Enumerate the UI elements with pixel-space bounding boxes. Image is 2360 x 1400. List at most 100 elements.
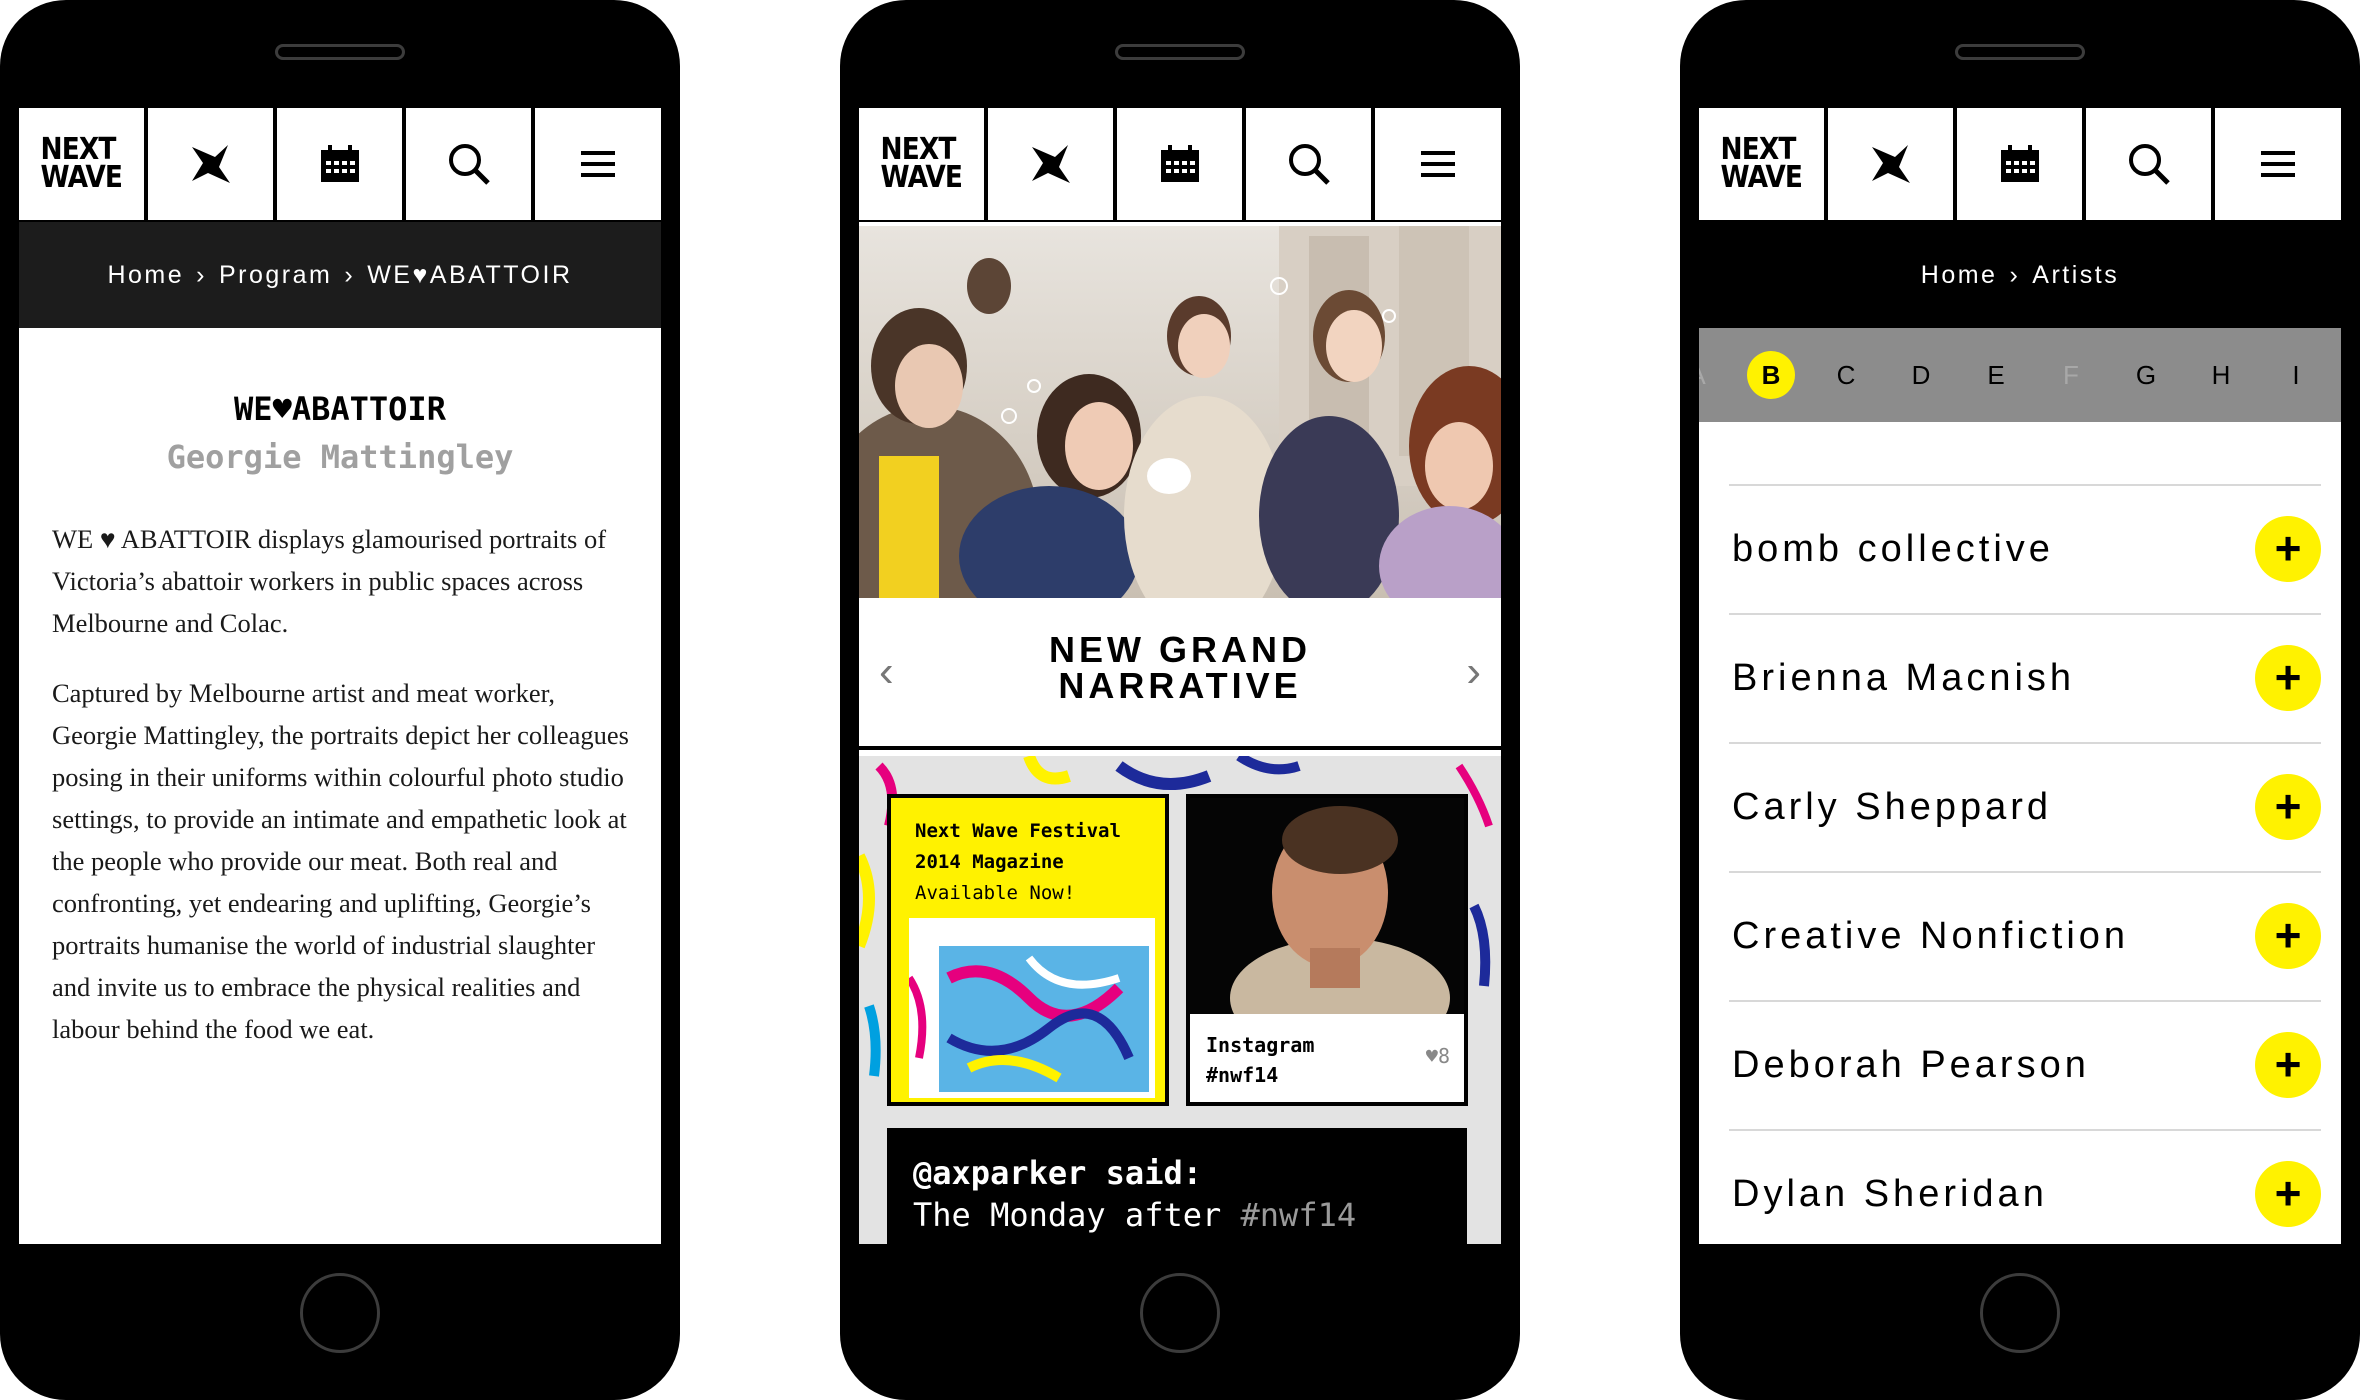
- breadcrumb-current: Artists: [2032, 260, 2120, 289]
- magazine-cover-image: [909, 918, 1155, 1098]
- calendar-button[interactable]: [277, 108, 402, 220]
- artist-name[interactable]: Brienna Macnish: [1732, 657, 2075, 700]
- home-button[interactable]: [1980, 1273, 2060, 1353]
- list-item[interactable]: Deborah Pearson +: [1729, 1002, 2321, 1131]
- breadcrumb: Home › Program › WE♥ABATTOIR: [19, 222, 661, 328]
- logo-link[interactable]: NEXT WAVE: [1699, 108, 1824, 220]
- artist-list: bomb collective + Brienna Macnish + Carly …: [1729, 484, 2321, 1244]
- carousel-prev-arrow[interactable]: ‹: [879, 650, 894, 694]
- star-button[interactable]: [1828, 108, 1953, 220]
- artist-name[interactable]: Deborah Pearson: [1732, 1044, 2090, 1087]
- letter-filter-e[interactable]: E: [1972, 351, 2020, 399]
- home-button[interactable]: [1140, 1273, 1220, 1353]
- list-item[interactable]: bomb collective +: [1729, 486, 2321, 615]
- description-paragraph: WE ♥ ABATTOIR displays glamourised portr…: [52, 524, 607, 638]
- star-button[interactable]: [148, 108, 273, 220]
- carousel-title[interactable]: NEW GRAND NARRATIVE: [949, 632, 1411, 704]
- list-item[interactable]: Carly Sheppard +: [1729, 744, 2321, 873]
- letter-filter-h[interactable]: H: [2197, 351, 2245, 399]
- logo-link[interactable]: NEXT WAVE: [859, 108, 984, 220]
- letter-filter-c[interactable]: C: [1822, 351, 1870, 399]
- menu-icon: [1421, 151, 1455, 177]
- heart-icon: ♥: [1425, 1044, 1438, 1068]
- phone-home-feed: NEXT WAVE ‹ NEW GRAND NARRATIVE › Next W…: [840, 0, 1520, 1400]
- menu-button[interactable]: [1375, 108, 1501, 220]
- search-button[interactable]: [2086, 108, 2211, 220]
- artist-name[interactable]: Dylan Sheridan: [1732, 1173, 2048, 1216]
- next-wave-logo: NEXT WAVE: [40, 132, 123, 195]
- artist-name[interactable]: bomb collective: [1732, 528, 2054, 571]
- breadcrumb-separator: ›: [344, 260, 356, 289]
- expand-button[interactable]: +: [2255, 645, 2321, 711]
- expand-button[interactable]: +: [2255, 1032, 2321, 1098]
- menu-icon: [581, 151, 615, 177]
- crowd-photo: [859, 226, 1501, 598]
- menu-button[interactable]: [535, 108, 661, 220]
- tweet-author: @axparker said:: [913, 1154, 1202, 1192]
- breadcrumb-home[interactable]: Home: [1921, 261, 1998, 290]
- search-button[interactable]: [1246, 108, 1371, 220]
- home-button[interactable]: [300, 1273, 380, 1353]
- carousel-next-arrow[interactable]: ›: [1466, 650, 1481, 694]
- list-item[interactable]: Creative Nonfiction +: [1729, 873, 2321, 1002]
- expand-button[interactable]: +: [2255, 1161, 2321, 1227]
- next-wave-logo: NEXT WAVE: [880, 132, 963, 195]
- top-nav: NEXT WAVE: [1699, 108, 2341, 222]
- expand-button[interactable]: +: [2255, 774, 2321, 840]
- magazine-promo-text: Next Wave Festival 2014 Magazine Availab…: [915, 820, 1121, 904]
- star-icon: [1031, 145, 1070, 183]
- letter-filter-d[interactable]: D: [1897, 351, 1945, 399]
- letter-filter-i[interactable]: I: [2272, 351, 2320, 399]
- screen: NEXTWAVE Home › Artists A B C D E: [1699, 108, 2341, 1244]
- description-paragraph: Captured by Melbourne artist and meat wo…: [52, 678, 629, 1044]
- top-nav: NEXT WAVE: [19, 108, 661, 222]
- speaker-grille: [1955, 44, 2085, 60]
- tweet-hashtag[interactable]: #nwf14: [1241, 1196, 1357, 1234]
- breadcrumb: Home › Artists: [1699, 222, 2341, 328]
- breadcrumb-program[interactable]: Program: [219, 261, 332, 290]
- calendar-icon: [320, 145, 359, 182]
- social-feed: Next Wave Festival 2014 Magazine Availab…: [859, 756, 1501, 1244]
- instagram-card[interactable]: Instagram #nwf14 ♥8: [1186, 794, 1468, 1106]
- search-icon: [1288, 144, 1330, 185]
- breadcrumb-separator: ›: [196, 260, 207, 289]
- hero-photo[interactable]: [859, 226, 1501, 598]
- breadcrumb-home[interactable]: Home: [107, 261, 184, 290]
- phone-program-detail: NEXT WAVE Home › Program › WE♥ABATTOIR WE…: [0, 0, 680, 1400]
- menu-icon: [2261, 151, 2295, 177]
- list-item[interactable]: Dylan Sheridan +: [1729, 1131, 2321, 1244]
- letter-filter-g[interactable]: G: [2122, 351, 2170, 399]
- search-icon: [448, 144, 490, 185]
- artist-name[interactable]: Creative Nonfiction: [1732, 915, 2129, 958]
- breadcrumb-separator: ›: [2009, 260, 2021, 289]
- search-button[interactable]: [406, 108, 531, 220]
- tweet-card[interactable]: @axparker said: The Monday after #nwf14: [887, 1128, 1467, 1244]
- letter-filter-b[interactable]: B: [1747, 351, 1795, 399]
- expand-button[interactable]: +: [2255, 516, 2321, 582]
- magazine-card[interactable]: Next Wave Festival 2014 Magazine Availab…: [887, 794, 1169, 1106]
- star-icon: [1871, 145, 1910, 183]
- menu-button[interactable]: [2215, 108, 2341, 220]
- calendar-icon: [1160, 145, 1199, 182]
- logo-link[interactable]: NEXT WAVE: [19, 108, 144, 220]
- instagram-caption: Instagram #nwf14: [1206, 1033, 1315, 1087]
- alphabet-filter: A B C D E F G H I: [1699, 328, 2341, 422]
- speaker-grille: [1115, 44, 1245, 60]
- artist-name[interactable]: Carly Sheppard: [1732, 786, 2052, 829]
- screen: NEXT WAVE ‹ NEW GRAND NARRATIVE › Next W…: [859, 108, 1501, 1244]
- speaker-grille: [275, 44, 405, 60]
- likes-count[interactable]: ♥8: [1426, 1044, 1450, 1068]
- tweet-text: The Monday after #nwf14: [913, 1196, 1357, 1234]
- star-icon: [191, 145, 230, 183]
- expand-button[interactable]: +: [2255, 903, 2321, 969]
- artist-name[interactable]: Georgie Mattingley: [19, 438, 661, 476]
- letter-filter-f: F: [2063, 360, 2079, 390]
- calendar-button[interactable]: [1957, 108, 2082, 220]
- instagram-photo: [1190, 798, 1464, 1058]
- star-button[interactable]: [988, 108, 1113, 220]
- letter-filter-a[interactable]: A: [1699, 351, 1721, 399]
- calendar-icon: [2000, 145, 2039, 182]
- list-item[interactable]: Brienna Macnish +: [1729, 615, 2321, 744]
- top-nav: NEXT WAVE: [859, 108, 1501, 222]
- calendar-button[interactable]: [1117, 108, 1242, 220]
